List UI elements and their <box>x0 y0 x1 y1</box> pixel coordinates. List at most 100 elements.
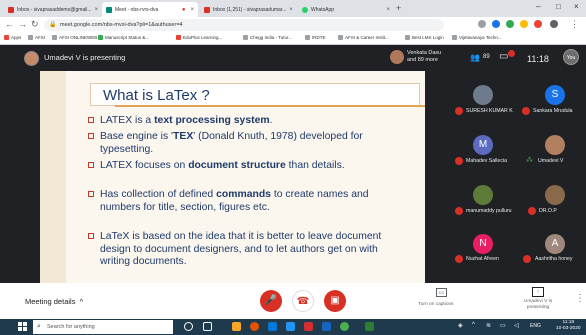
globe-icon <box>28 35 33 40</box>
word-icon[interactable] <box>322 322 331 331</box>
tab-gmail-inbox-2[interactable]: Inbox (1,251) - sivaprasadumar... × <box>200 2 296 17</box>
extension-icon[interactable] <box>534 20 542 28</box>
participant-name: Aashritha honey <box>535 256 573 262</box>
captions-icon[interactable]: CC <box>436 288 447 297</box>
language-icon[interactable]: ENG <box>530 323 541 329</box>
tab-whatsapp[interactable]: WhatsApp × <box>298 2 394 17</box>
camera-toggle-button[interactable]: ▣ <box>324 290 346 312</box>
task-view-icon[interactable] <box>203 322 212 331</box>
self-avatar[interactable]: You <box>563 49 579 65</box>
slide-bullet: LaTeX is based on the idea that it is be… <box>88 231 400 269</box>
close-tab-icon[interactable]: × <box>190 7 194 13</box>
bullet-square-icon <box>88 233 94 239</box>
excel-icon[interactable] <box>365 322 374 331</box>
new-tab-button[interactable]: + <box>396 3 401 13</box>
bookmark-item[interactable]: Manuscript Status &... <box>98 35 149 40</box>
close-window-button[interactable]: × <box>574 2 579 11</box>
bookmark-item[interactable]: EduPlus Learning... <box>176 35 222 40</box>
file-explorer-icon[interactable] <box>232 322 241 331</box>
powerpoint-icon[interactable] <box>304 322 313 331</box>
extension-icon[interactable] <box>520 20 528 28</box>
profile-avatar[interactable] <box>550 20 558 28</box>
slide-side-stripe <box>40 71 66 283</box>
close-tab-icon[interactable]: × <box>95 7 99 13</box>
participant-avatar <box>473 85 493 105</box>
mic-toggle-button[interactable]: 🎤 <box>260 290 282 312</box>
apps-grid-icon <box>4 35 9 40</box>
bookmark-item[interactable]: Best LMS Login <box>405 35 444 40</box>
chrome-icon[interactable] <box>340 322 349 331</box>
meeting-clock: 11:18 <box>527 54 549 64</box>
forward-icon[interactable]: → <box>18 19 27 29</box>
bookmark-item[interactable]: AFSI <box>28 35 45 40</box>
present-screen-icon[interactable]: ↑ <box>532 287 544 297</box>
bullet-square-icon <box>88 133 94 139</box>
tab-gmail-inbox[interactable]: Inbox - sivaprasaddemo@gmail... × <box>4 2 100 17</box>
bullet-square-icon <box>88 162 94 168</box>
bookmark-item[interactable]: IRDTE <box>305 35 326 40</box>
bookmark-item[interactable]: AFSI ONLINEWEB <box>52 35 97 40</box>
close-tab-icon[interactable]: × <box>386 7 390 13</box>
leave-call-button[interactable]: ☎ <box>292 290 314 312</box>
reload-icon[interactable]: ↻ <box>31 19 39 30</box>
network-icon[interactable]: ◈ <box>458 322 463 329</box>
search-icon: ⌕ <box>37 323 41 330</box>
firefox-icon[interactable] <box>250 322 259 331</box>
url-input[interactable]: 🔒 meet.google.com/nbs-mvsi-dva?pli=1&aut… <box>44 19 444 31</box>
gmail-icon <box>204 6 210 13</box>
people-icon[interactable]: 👥 <box>470 53 480 62</box>
avatar <box>390 50 404 64</box>
participant-avatar: N <box>473 234 493 254</box>
more-options-icon[interactable]: ⋮ <box>575 293 585 304</box>
bookmark-item[interactable]: AFSI & Career Instit... <box>338 35 389 40</box>
slide-title-underline <box>115 105 425 107</box>
participant-name: Mahadev Sallecia <box>466 158 507 164</box>
tab-meet[interactable]: Meet - nbs-rvrs-dva ● × <box>102 2 198 17</box>
participant-avatar <box>545 185 565 205</box>
mic-on-icon: ⁂ <box>526 157 533 164</box>
slide-bullet: Base engine is 'TEX' (Donald Knuth, 1978… <box>88 131 370 156</box>
windows-start-icon[interactable] <box>18 322 28 332</box>
captions-label[interactable]: Turn on captions <box>418 302 454 307</box>
edge-icon[interactable] <box>268 322 277 331</box>
volume-icon[interactable]: ◁ <box>514 322 519 329</box>
meeting-details-button[interactable]: Meeting details ^ <box>25 297 83 306</box>
taskbar-search-input[interactable]: ⌕ Search for anything <box>33 320 173 334</box>
wifi-icon[interactable]: ≋ <box>486 322 491 329</box>
slide-bullet: LATEX focuses on document structure than… <box>88 160 370 173</box>
browser-menu-icon[interactable]: ⋮ <box>570 19 579 30</box>
participant-name: Nuzhat Afreen <box>466 256 499 262</box>
others-label: Venkata Dasu and 89 more <box>407 50 442 63</box>
cortana-icon[interactable] <box>184 322 193 331</box>
back-icon[interactable]: ← <box>5 19 14 29</box>
battery-icon[interactable]: ▭ <box>500 322 506 329</box>
globe-icon <box>338 35 343 40</box>
close-tab-icon[interactable]: × <box>289 7 293 13</box>
extension-icon[interactable] <box>492 20 500 28</box>
chevron-up-icon[interactable]: ^ <box>472 322 475 328</box>
globe-icon <box>98 35 103 40</box>
globe-icon <box>452 35 457 40</box>
globe-icon <box>305 35 310 40</box>
bookmark-item[interactable]: Chegg India - Tutor... <box>243 35 292 40</box>
chevron-up-icon: ^ <box>77 297 84 306</box>
mic-off-icon <box>455 207 463 215</box>
recording-dot-icon: ● <box>181 6 186 13</box>
bookmark-apps[interactable]: Apps <box>4 35 21 40</box>
address-bar-row: ← → ↻ 🔒 meet.google.com/nbs-mvsi-dva?pli… <box>0 17 586 33</box>
store-icon[interactable] <box>286 322 295 331</box>
minimize-button[interactable]: – <box>536 2 540 11</box>
presenting-label: Umadevi V is presenting <box>44 53 126 62</box>
slide-title: What is LaTex ? <box>103 87 210 104</box>
taskbar-clock[interactable]: 11:18 10-03-2020 <box>556 320 581 332</box>
maximize-button[interactable]: □ <box>556 2 561 11</box>
mic-off-icon <box>455 157 463 165</box>
bookmark-star-icon[interactable] <box>478 20 486 28</box>
bookmark-item[interactable]: Vijetavanaya Techn... <box>452 35 502 40</box>
presenting-status-label[interactable]: Umadevi V is presenting <box>520 299 556 311</box>
participant-avatar: S <box>545 85 565 105</box>
slide-bullet: Has collection of defined commands to cr… <box>88 189 400 214</box>
extension-icon[interactable] <box>506 20 514 28</box>
participant-name: manumaddy pulluru <box>466 208 512 214</box>
browser-tab-bar: Inbox - sivaprasaddemo@gmail... × Meet -… <box>0 0 586 17</box>
